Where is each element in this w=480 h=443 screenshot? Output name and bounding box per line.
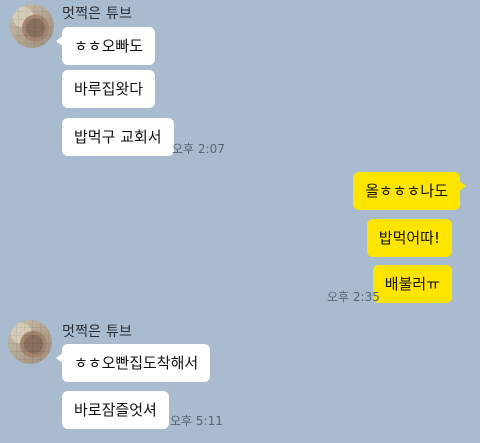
- message-bubble[interactable]: 배불러ㅠ: [372, 265, 452, 303]
- message-bubble[interactable]: ㅎㅎ오빠도: [55, 27, 156, 65]
- message-bubble[interactable]: ㅎㅎ오빤집도착해서: [55, 344, 211, 382]
- sender-name: 멋쩍은 튜브: [62, 6, 133, 22]
- message-timestamp: 오후 2:07: [172, 142, 225, 156]
- avatar[interactable]: [8, 320, 52, 364]
- message-bubble[interactable]: 바루집왓다: [62, 70, 156, 108]
- message-timestamp: 오후 5:11: [170, 414, 223, 428]
- message-bubble[interactable]: 올ㅎㅎㅎ나도: [353, 172, 466, 210]
- message-bubble[interactable]: 바로잠즐엇셔: [62, 391, 169, 429]
- sender-name: 멋쩍은 튜브: [62, 324, 133, 340]
- message-bubble[interactable]: 밥먹구 교회서: [62, 118, 174, 156]
- avatar[interactable]: [10, 4, 54, 48]
- chat-transcript: 멋쩍은 튜브 ㅎㅎ오빠도 바루집왓다 밥먹구 교회서 오후 2:07 올ㅎㅎㅎ나…: [0, 0, 480, 443]
- message-bubble[interactable]: 밥먹어따!: [366, 219, 452, 257]
- message-timestamp: 오후 2:35: [327, 290, 380, 304]
